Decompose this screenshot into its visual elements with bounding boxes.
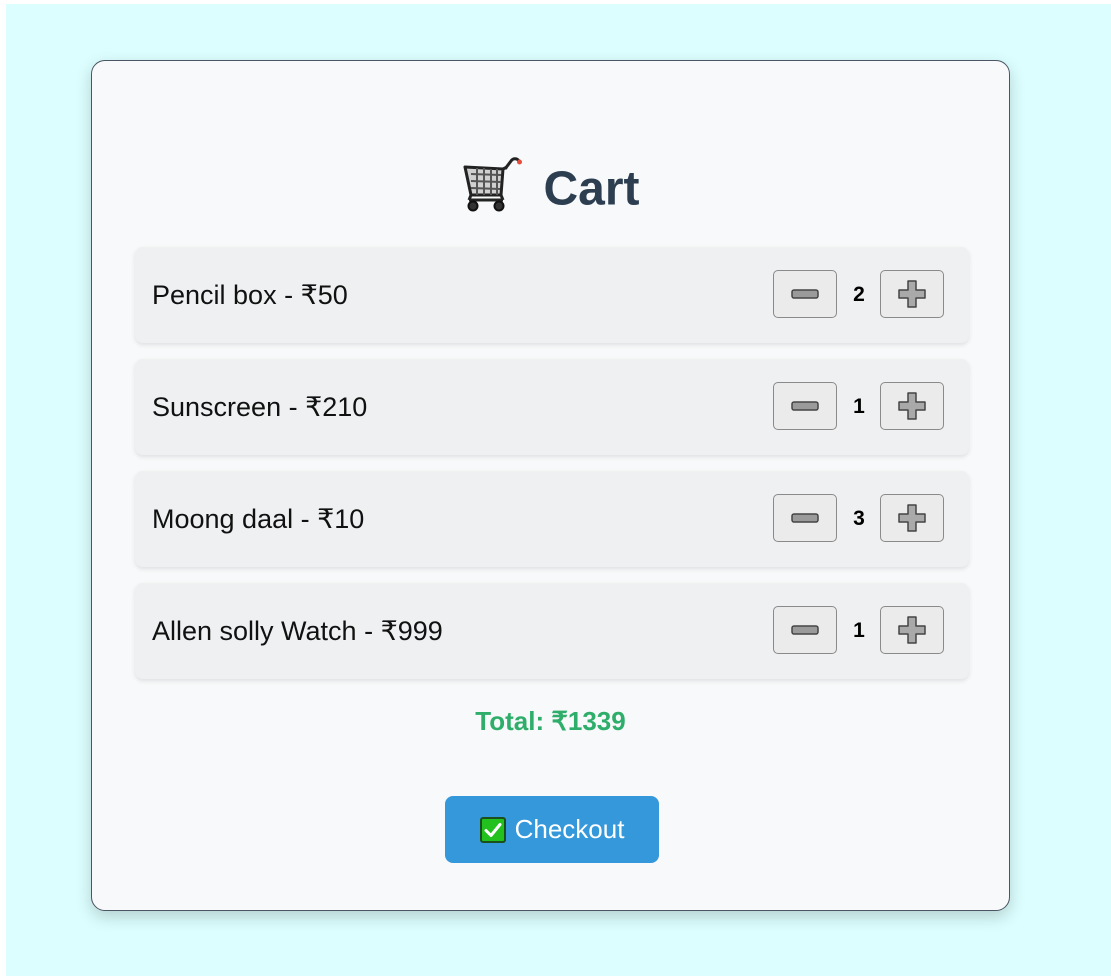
- plus-icon: [898, 504, 926, 532]
- decrease-quantity-button[interactable]: [773, 382, 837, 430]
- increase-quantity-button[interactable]: [880, 270, 944, 318]
- checkout-label: Checkout: [514, 814, 625, 844]
- item-label: Moong daal - ₹10: [152, 504, 365, 534]
- quantity-value: 1: [853, 395, 865, 418]
- decrease-quantity-button[interactable]: [773, 494, 837, 542]
- minus-icon: [791, 289, 819, 299]
- plus-icon: [898, 392, 926, 420]
- item-label: Allen solly Watch - ₹999: [152, 616, 443, 646]
- item-label: Pencil box - ₹50: [152, 280, 348, 310]
- decrease-quantity-button[interactable]: [773, 606, 837, 654]
- increase-quantity-button[interactable]: [880, 382, 944, 430]
- cart-card: Cart Pencil box - ₹50 2 Sunscreen - ₹210: [91, 60, 1010, 911]
- decrease-quantity-button[interactable]: [773, 270, 837, 318]
- minus-icon: [791, 401, 819, 411]
- page-title-text: Cart: [543, 162, 640, 216]
- item-label: Sunscreen - ₹210: [152, 392, 368, 422]
- checkout-button[interactable]: Checkout: [445, 796, 659, 863]
- cart-total: Total: ₹1339: [475, 706, 626, 736]
- minus-icon: [791, 513, 819, 523]
- cart-item: Allen solly Watch - ₹999 1: [135, 583, 969, 679]
- cart-item: Moong daal - ₹10 3: [135, 471, 969, 567]
- quantity-value: 3: [853, 507, 865, 530]
- plus-icon: [898, 280, 926, 308]
- increase-quantity-button[interactable]: [880, 606, 944, 654]
- check-mark-icon: [479, 816, 506, 843]
- minus-icon: [791, 625, 819, 635]
- shopping-cart-icon: [463, 157, 523, 212]
- page-title: Cart: [92, 157, 1009, 217]
- quantity-value: 2: [853, 283, 865, 306]
- plus-icon: [898, 616, 926, 644]
- cart-item: Sunscreen - ₹210 1: [135, 359, 969, 455]
- cart-item: Pencil box - ₹50 2: [135, 247, 969, 343]
- quantity-value: 1: [853, 619, 865, 642]
- page-background: Cart Pencil box - ₹50 2 Sunscreen - ₹210: [6, 4, 1111, 976]
- increase-quantity-button[interactable]: [880, 494, 944, 542]
